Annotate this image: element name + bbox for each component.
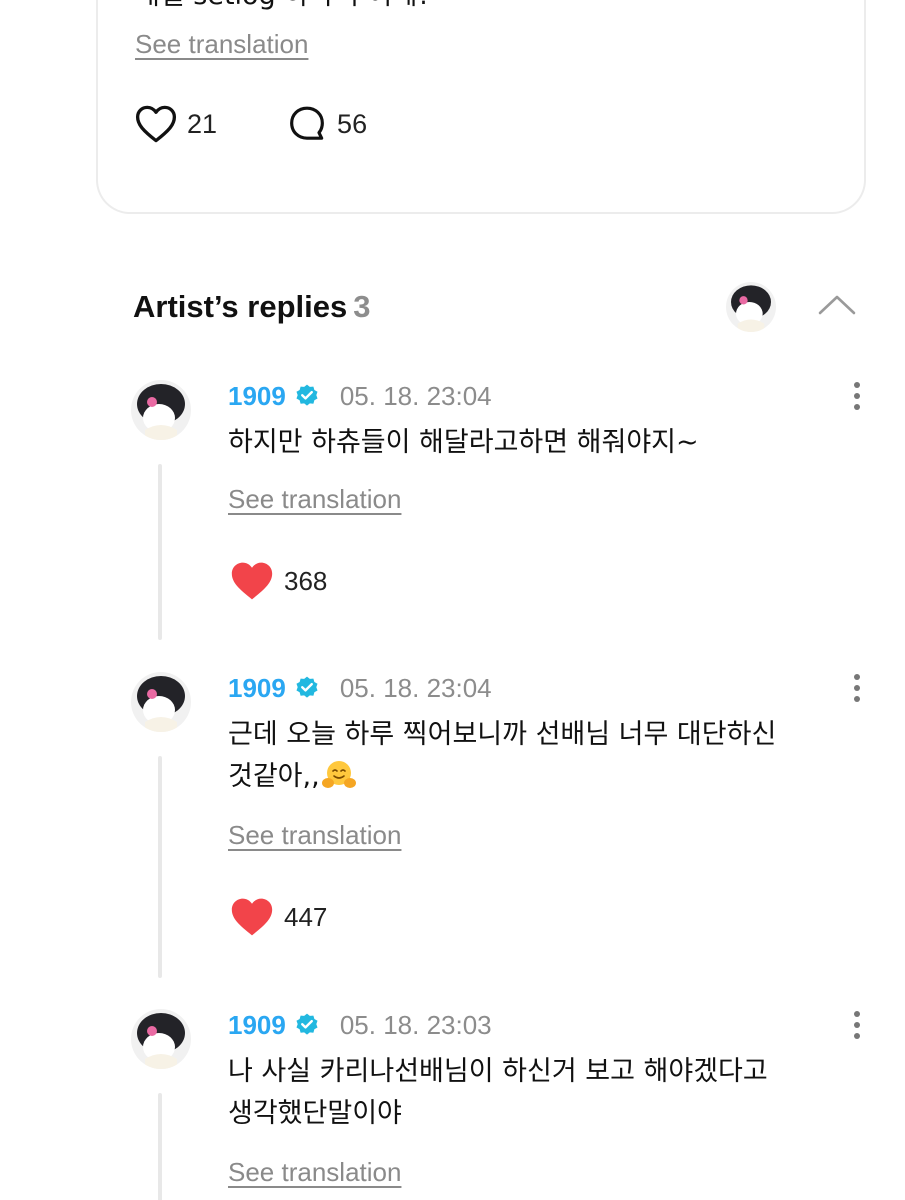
reply-avatar[interactable] [131,672,191,732]
reply-meta: 1909 05. 18. 23:04 [228,672,492,704]
post-card: 매일 setlog 하나씩 어때? See translation 21 56 [96,0,866,214]
section-title: Artist’s replies 3 [133,289,370,325]
reply-text-line: 것같아,, [228,756,868,804]
heart-filled-icon [231,562,273,600]
reply-text: 근데 오늘 하루 찍어보니까 선배님 너무 대단하신 것같아,, [228,714,868,804]
post-like-count: 21 [187,108,218,139]
post-comment-button[interactable]: 56 [287,104,367,144]
reply-meta: 1909 05. 18. 23:04 [228,380,492,412]
kebab-menu-icon [854,382,860,410]
reply-avatar[interactable] [131,380,191,440]
post-like-button[interactable]: 21 [135,104,217,144]
artist-replies-screen: 매일 setlog 하나씩 어때? See translation 21 56 … [0,0,905,1200]
verified-badge-icon [294,1012,320,1038]
reply-see-translation-link[interactable]: See translation [228,1157,401,1187]
reply-author-name[interactable]: 1909 [228,1010,286,1041]
reply-timestamp: 05. 18. 23:04 [339,672,492,703]
thread-line [158,756,162,978]
section-reply-count: 3 [353,289,371,324]
heart-outline-icon [135,105,177,143]
artist-avatar[interactable] [726,282,776,332]
reply-like-button[interactable]: 447 [230,896,327,938]
more-options-button[interactable] [848,1009,866,1043]
reply-text: 하지만 하츄들이 해달라고하면 해줘야지~ [228,427,699,458]
post-text: 매일 setlog 하나씩 어때? [135,0,431,12]
thread-line [158,464,162,640]
post-see-translation-link[interactable]: See translation [135,29,308,59]
reply-timestamp: 05. 18. 23:04 [339,380,492,411]
comment-bubble-icon [290,106,324,140]
collapse-button[interactable] [817,289,857,319]
more-options-button[interactable] [848,672,866,706]
more-options-button[interactable] [848,380,866,414]
kebab-menu-icon [854,674,860,702]
reply-like-count: 368 [284,565,328,596]
post-comment-count: 56 [337,108,368,139]
reply-see-translation-link[interactable]: See translation [228,484,401,514]
reply-text-line: 나 사실 카리나선배님이 하신거 보고 해야겠다고 [228,1056,768,1087]
section-title-label: Artist’s replies [133,289,348,324]
reply-like-button[interactable]: 368 [230,560,327,602]
verified-badge-icon [294,383,320,409]
kebab-menu-icon [854,1011,860,1039]
reply-avatar[interactable] [131,1009,191,1069]
post-actions: 21 56 [135,104,367,144]
reply-meta: 1909 05. 18. 23:03 [228,1009,492,1041]
reply-text-line: 근데 오늘 하루 찍어보니까 선배님 너무 대단하신 [228,719,777,750]
chevron-up-icon [818,295,856,315]
reply-author-name[interactable]: 1909 [228,381,286,412]
heart-filled-icon [231,898,273,936]
reply-timestamp: 05. 18. 23:03 [339,1009,492,1040]
reply-text: 나 사실 카리나선배님이 하신거 보고 해야겠다고 생각했단말이야 [228,1051,868,1135]
reply-like-count: 447 [284,901,328,932]
thread-line [158,1093,162,1200]
artist-replies-header: Artist’s replies 3 [133,282,863,337]
reply-author-name[interactable]: 1909 [228,673,286,704]
reply-text-line: 생각했단말이야 [228,1098,402,1129]
hugging-face-emoji [321,759,356,804]
reply-see-translation-link[interactable]: See translation [228,820,401,850]
verified-badge-icon [294,675,320,701]
